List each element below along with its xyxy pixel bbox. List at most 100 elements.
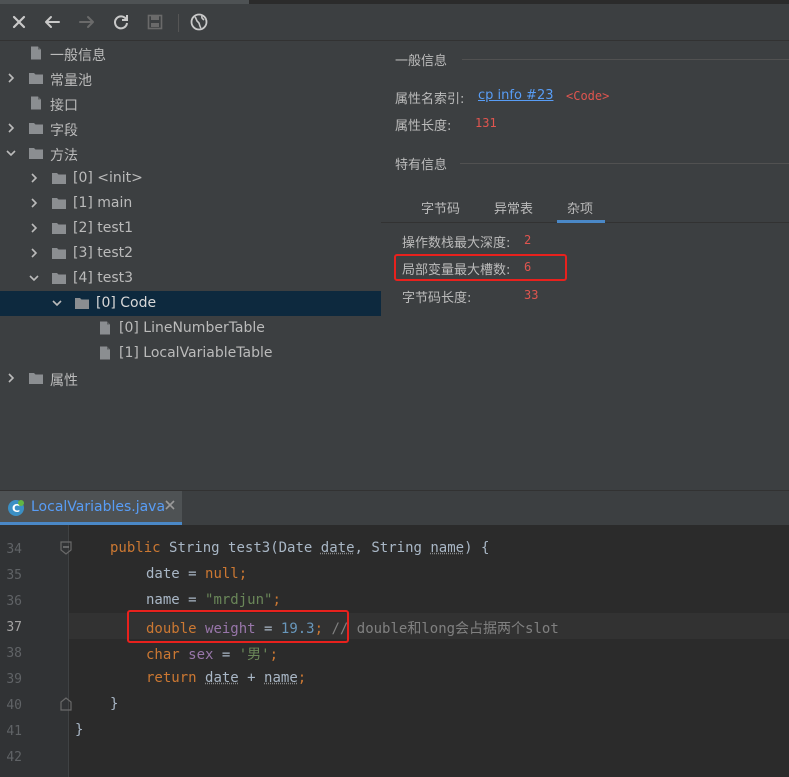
editor-tab-localvariables[interactable]: C LocalVariables.java [0, 491, 182, 525]
token-param-name: name [430, 540, 465, 556]
tree-item[interactable]: 字段 [0, 116, 381, 141]
token-string: "mrdjun" [205, 592, 273, 608]
token-variable: name [146, 592, 180, 608]
tree-item[interactable]: 方法 [0, 141, 381, 166]
token-keyword: return [146, 670, 197, 686]
back-arrow-icon[interactable] [39, 9, 65, 35]
code-line-40: } [110, 696, 119, 712]
active-tab-indicator [557, 220, 605, 223]
tree-item[interactable]: [3] test2 [0, 241, 381, 266]
specific-info-title: 特有信息 [395, 158, 448, 173]
highlight-box-double-line [127, 610, 349, 643]
file-icon [31, 46, 41, 60]
fold-end-icon[interactable] [60, 697, 72, 711]
tree-item[interactable]: [4] test3 [0, 266, 381, 291]
chevron-right-icon[interactable] [5, 372, 17, 384]
folder-icon [52, 248, 66, 259]
token-type: String [169, 540, 220, 556]
tree-item[interactable]: [0] Code [0, 291, 381, 316]
line-number: 42 [6, 750, 22, 765]
chevron-right-icon[interactable] [28, 197, 40, 209]
token-param-date: date [320, 540, 355, 556]
code-line-36: name = "mrdjun"; [146, 592, 281, 608]
line-number: 34 [6, 542, 22, 557]
code-line-39: return date + name; [146, 670, 307, 686]
token-method-name: test3 [228, 540, 271, 556]
token-keyword: public [110, 540, 161, 556]
fold-icon[interactable] [60, 541, 72, 555]
tree-item-label: [3] test2 [73, 245, 134, 261]
chevron-right-icon[interactable] [5, 72, 17, 84]
tree-item[interactable]: [1] main [0, 191, 381, 216]
tree-item-label: [0] Code [96, 295, 157, 311]
chevron-down-icon[interactable] [51, 297, 63, 309]
tree-item[interactable]: [2] test1 [0, 216, 381, 241]
max-stack-label: 操作数栈最大深度: [402, 236, 511, 251]
save-icon[interactable] [142, 9, 168, 35]
refresh-icon[interactable] [108, 9, 134, 35]
line-number: 35 [6, 568, 22, 583]
editor-tab-bar: C LocalVariables.java [0, 490, 789, 525]
toolbar [0, 4, 789, 41]
line-number: 41 [6, 724, 22, 739]
close-icon[interactable] [6, 9, 32, 35]
highlight-box-max-locals [394, 254, 567, 281]
tree-item-label: [0] <init> [73, 170, 143, 186]
token-type: String [371, 540, 422, 556]
tree-item-label: 字段 [50, 123, 78, 139]
tree-item-label: [1] main [73, 195, 133, 211]
file-icon [31, 96, 41, 110]
folder-icon [52, 223, 66, 234]
tree-item-label: 接口 [50, 98, 78, 114]
token-type: Date [278, 540, 313, 556]
tree-item-label: 一般信息 [50, 48, 106, 64]
code-length-label: 字节码长度: [402, 291, 472, 306]
tree-item[interactable]: 常量池 [0, 66, 381, 91]
code-line-34: public String test3(Date date, String na… [110, 540, 490, 556]
line-number: 36 [6, 594, 22, 609]
tree-item[interactable]: [1] LocalVariableTable [0, 341, 381, 366]
chevron-right-icon[interactable] [28, 222, 40, 234]
token-variable: sex [188, 647, 214, 663]
chevron-right-icon[interactable] [5, 122, 17, 134]
globe-icon[interactable] [186, 9, 212, 35]
code-line-41: } [75, 722, 84, 738]
token-param-name: name [264, 670, 298, 686]
tab-misc[interactable]: 杂项 [567, 198, 593, 217]
toolbar-separator [178, 14, 179, 32]
file-icon [100, 346, 110, 360]
token-keyword: null [205, 566, 239, 582]
line-number: 38 [6, 646, 22, 661]
folder-icon [52, 198, 66, 209]
folder-icon [29, 123, 43, 134]
tab-bytecode[interactable]: 字节码 [421, 198, 460, 217]
folder-icon [52, 273, 66, 284]
tree-item[interactable]: [0] LineNumberTable [0, 316, 381, 341]
tree-item-label: 属性 [50, 373, 78, 389]
cp-info-link[interactable]: cp info #23 [478, 88, 553, 103]
tree-item-label: [4] test3 [73, 270, 134, 286]
section-divider [460, 163, 789, 164]
tree-item-label: 常量池 [50, 73, 92, 89]
close-tab-icon[interactable] [164, 499, 176, 515]
file-icon [100, 321, 110, 335]
tree-item[interactable]: 属性 [0, 366, 381, 391]
folder-icon [29, 148, 43, 159]
tab-exception-table[interactable]: 异常表 [494, 198, 533, 217]
chevron-right-icon[interactable] [28, 172, 40, 184]
chevron-right-icon[interactable] [28, 247, 40, 259]
folder-icon [29, 373, 43, 384]
token-variable: date [146, 566, 180, 582]
token-keyword: char [146, 647, 180, 663]
line-number: 39 [6, 672, 22, 687]
forward-arrow-icon[interactable] [74, 9, 100, 35]
token-char: '男' [238, 647, 270, 663]
tree-item[interactable]: [0] <init> [0, 166, 381, 191]
tree-item[interactable]: 一般信息 [0, 41, 381, 66]
chevron-down-icon[interactable] [5, 147, 17, 159]
tree-item[interactable]: 接口 [0, 91, 381, 116]
code-length-value: 33 [524, 288, 539, 302]
line-number: 37 [6, 620, 22, 635]
code-editor[interactable]: 34 35 36 37 38 39 40 41 42 public String test3(D… [0, 525, 789, 777]
chevron-down-icon[interactable] [28, 272, 40, 284]
